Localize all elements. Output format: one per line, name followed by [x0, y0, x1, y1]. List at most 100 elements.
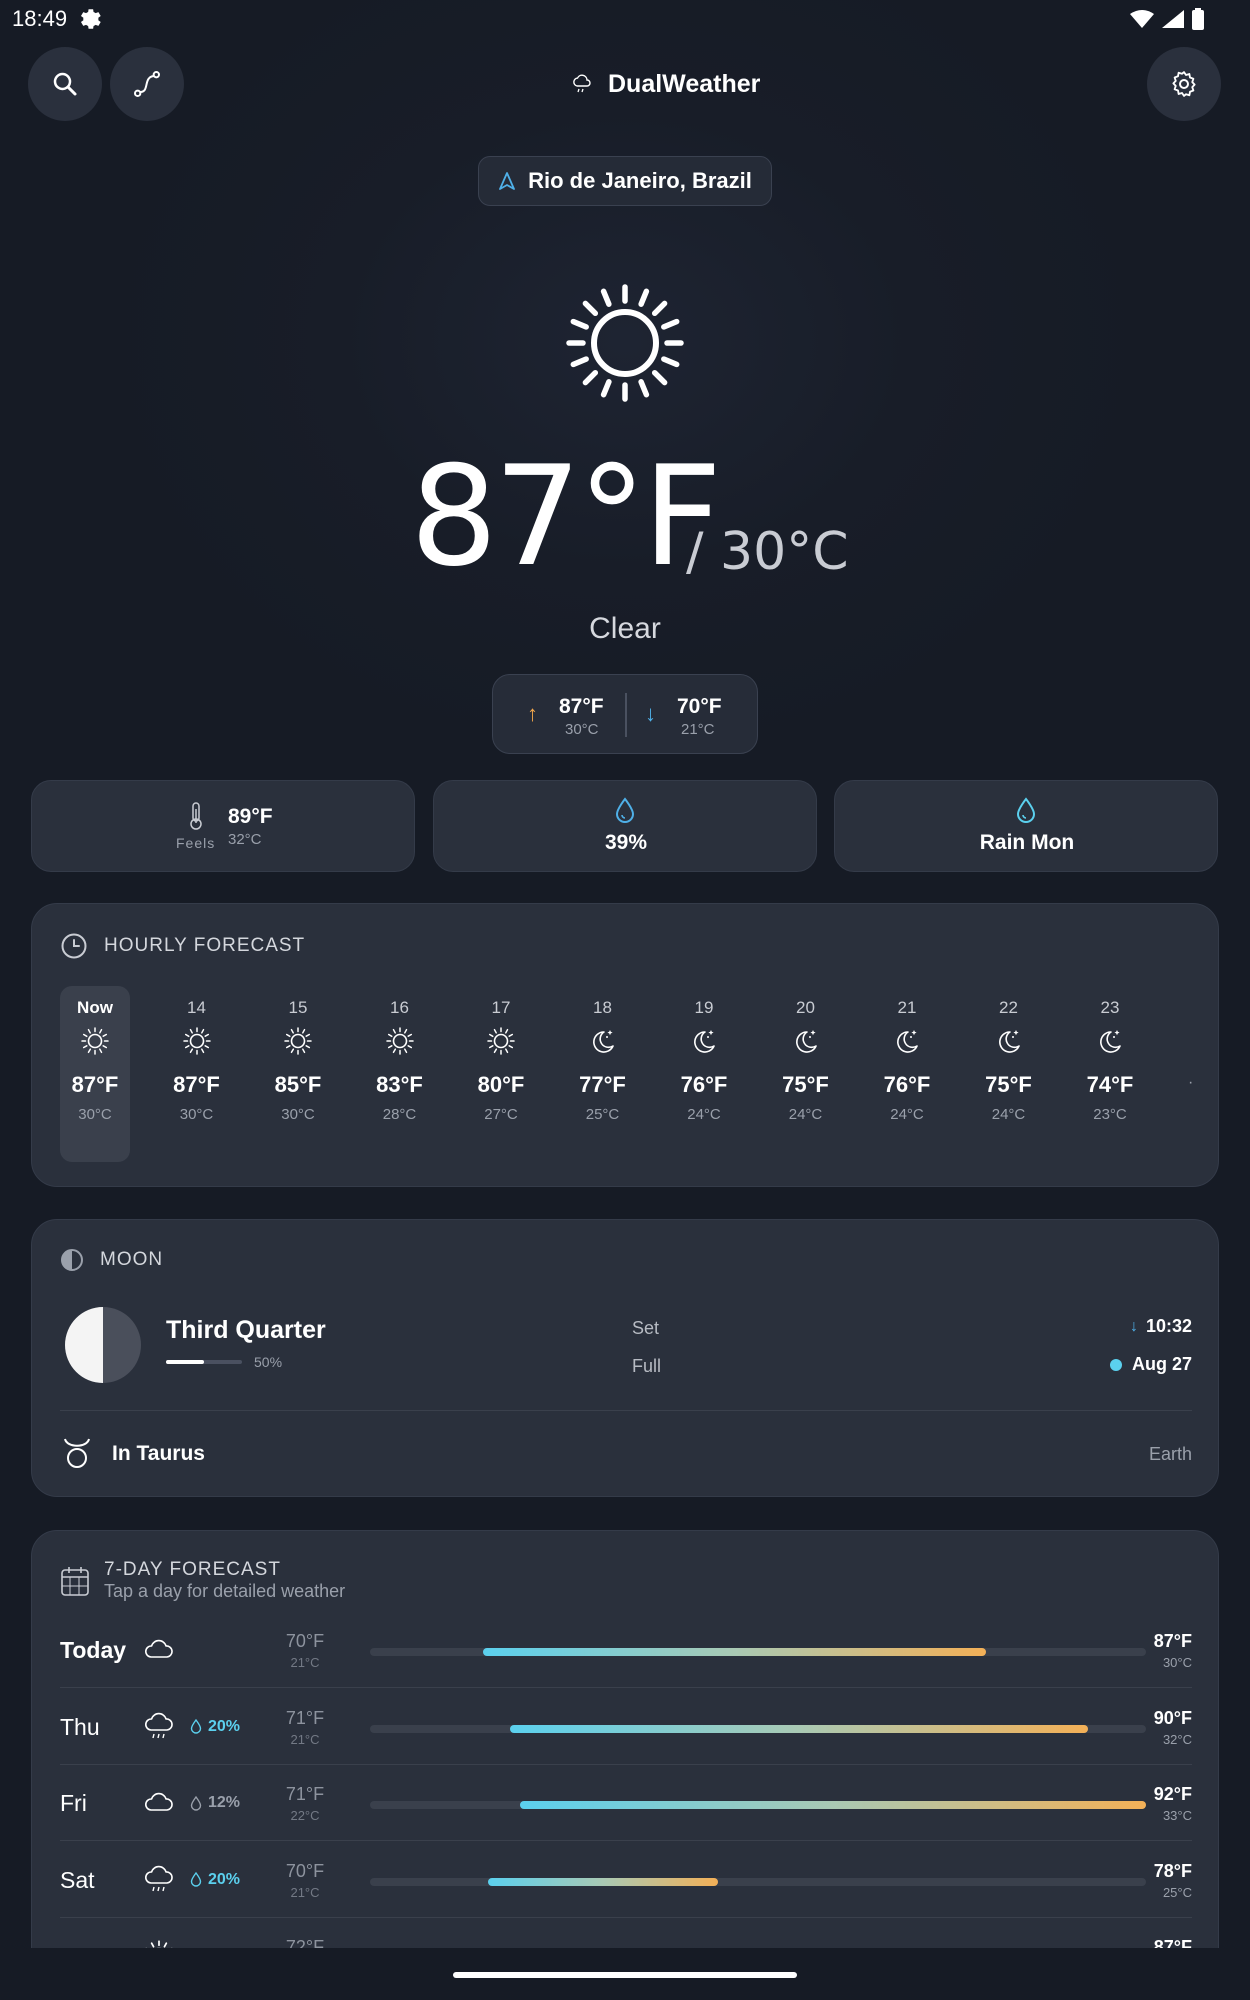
hour-label: 22 [999, 998, 1018, 1017]
high-arrow-icon: ↑ [527, 701, 538, 726]
hourly-item[interactable]: 18 77°F 25°C [568, 986, 638, 1162]
app-title: DualWeather [608, 69, 761, 98]
current-temp-c: / 30°C [686, 522, 849, 582]
home-gesture-bar[interactable] [453, 1972, 797, 1978]
moon-header: MOON [60, 1248, 163, 1272]
illumination-fill [166, 1360, 204, 1364]
route-button[interactable] [110, 47, 184, 121]
moon-stars-icon [1100, 1030, 1121, 1053]
divider [60, 1763, 1192, 1765]
cloud-sun-rain-icon [573, 74, 591, 93]
feels-like-card[interactable]: Feels 89°F 32°C [31, 780, 415, 872]
rain-card[interactable]: Rain Mon [834, 780, 1218, 872]
sun-icon [487, 1027, 515, 1055]
low-temp-f: 71°F [285, 1707, 325, 1728]
moon-title: MOON [100, 1249, 164, 1270]
forecast-day-row[interactable]: Sat 20% 70°F 21°C 78°F 25°C [60, 1845, 1192, 1921]
day-name: Sat [60, 1866, 95, 1893]
hour-temp-c: 30°C [78, 1106, 112, 1123]
clock-icon [61, 933, 87, 959]
forecast-day-row[interactable]: Fri 12% 71°F 22°C 92°F 33°C [60, 1768, 1192, 1844]
hourly-item[interactable]: 19 76°F 24°C [669, 986, 739, 1162]
hourly-item[interactable]: 20 75°F 24°C [771, 986, 841, 1162]
low-temp-f: 71°F [285, 1784, 325, 1804]
hourly-item[interactable]: 22 75°F 24°C [974, 986, 1044, 1162]
settings-status-icon [80, 9, 101, 29]
current-temp-f: 87°F [410, 436, 722, 597]
moonset-value: ↓ 10:32 [1130, 1316, 1192, 1337]
rain-chance: 12% [190, 1794, 240, 1812]
high-temp-c: 30°C [1162, 1655, 1192, 1670]
hourly-item[interactable]: 21 76°F 24°C [872, 986, 942, 1162]
low-temp-f: 70°F [285, 1860, 325, 1881]
hourly-item[interactable]: 16 83°F 28°C [365, 986, 435, 1162]
temp-range-track [370, 1877, 1146, 1886]
hourly-item[interactable]: 17 80°F 27°C [466, 986, 536, 1162]
feels-temp-c: 32°C [228, 831, 262, 848]
low-temp-c: 22°C [290, 1808, 320, 1823]
droplet-icon [190, 1795, 202, 1811]
droplet-icon [190, 1719, 202, 1734]
high-temp-f: 92°F [1153, 1784, 1192, 1804]
hour-label: 15 [288, 998, 308, 1017]
location-name: Rio de Janeiro, Brazil [528, 168, 752, 193]
search-button[interactable] [28, 47, 102, 121]
low-temp-c: 21°C [290, 1655, 320, 1670]
hour-temp-f: 87°F [173, 1072, 220, 1097]
low-temp-c: 21°C [290, 1884, 320, 1900]
settings-button[interactable] [1147, 47, 1221, 121]
high-temp-f: 87°F [559, 695, 604, 718]
temp-range-track [370, 1648, 1146, 1656]
hourly-item[interactable]: 14 87°F 30°C [162, 986, 232, 1162]
hourly-item[interactable]: 23 74°F 23°C [1075, 986, 1145, 1162]
hour-temp-c: 24°C [890, 1106, 924, 1123]
moon-stars-icon [998, 1030, 1020, 1053]
rain-chance-value: 12% [208, 1794, 241, 1811]
hour-temp-c: 23°C [1093, 1106, 1127, 1123]
temp-range-track [370, 1724, 1146, 1733]
low-temp-c: 21°C [681, 721, 715, 738]
cloud-rain-icon [145, 1865, 173, 1891]
hour-label: 14 [187, 998, 206, 1017]
full-moon-date: Aug 27 [1131, 1354, 1192, 1374]
high-temp-c: 33°C [1162, 1808, 1192, 1823]
hour-label: 19 [694, 998, 714, 1017]
hourly-item[interactable]: 15 85°F 30°C [263, 986, 333, 1162]
seven-day-forecast-card: 7-DAY FORECAST Tap a day for detailed we… [31, 1530, 1219, 2000]
cloud-icon [145, 1792, 173, 1811]
high-temp-c: 30°C [565, 721, 599, 738]
feels-label: Feels [176, 835, 216, 851]
divider [60, 1410, 1192, 1411]
cloud-icon [145, 1639, 173, 1658]
hour-temp-f: 76°F [883, 1072, 931, 1097]
current-condition: Clear [589, 612, 661, 645]
full-moon-value: Aug 27 [1109, 1354, 1192, 1375]
app-header: DualWeather [570, 64, 760, 104]
moonset-label: Set [632, 1318, 660, 1338]
moonset-time: 10:32 [1145, 1316, 1192, 1336]
status-time: 18:49 [12, 6, 68, 31]
rain-value: Rain Mon [979, 831, 1075, 854]
hour-temp-f: 74°F [1086, 1072, 1134, 1097]
low-temp-c: 21°C [290, 1731, 320, 1747]
signal-icon [1162, 10, 1184, 28]
moon-card: MOON Third Quarter 50% Set Full ↓ 10:32 … [31, 1219, 1219, 1497]
humidity-value: 39% [604, 831, 648, 854]
forecast-day-row[interactable]: Today 70°F 21°C 87°F 30°C [60, 1615, 1192, 1691]
temp-range-track [370, 1801, 1146, 1809]
humidity-card[interactable]: 39% [433, 780, 817, 872]
forecast-day-row[interactable]: Thu 20% 71°F 21°C 90°F 32°C [60, 1692, 1192, 1768]
navigation-arrow-icon [499, 172, 516, 190]
hour-temp-f: 87°F [71, 1072, 119, 1097]
illumination-track [166, 1360, 242, 1364]
full-moon-label: Full [632, 1356, 662, 1376]
location-selector[interactable]: Rio de Janeiro, Brazil [478, 156, 772, 206]
route-icon [134, 71, 160, 97]
taurus-icon [64, 1438, 90, 1468]
hour-temp-f: 76°F [680, 1072, 728, 1097]
temp-range-fill [520, 1801, 1146, 1809]
hourly-item[interactable]: Now 87°F 30°C [60, 986, 130, 1162]
status-bar: 18:49 [0, 0, 1250, 40]
hour-label: 18 [593, 998, 612, 1017]
sun-icon [284, 1027, 312, 1055]
